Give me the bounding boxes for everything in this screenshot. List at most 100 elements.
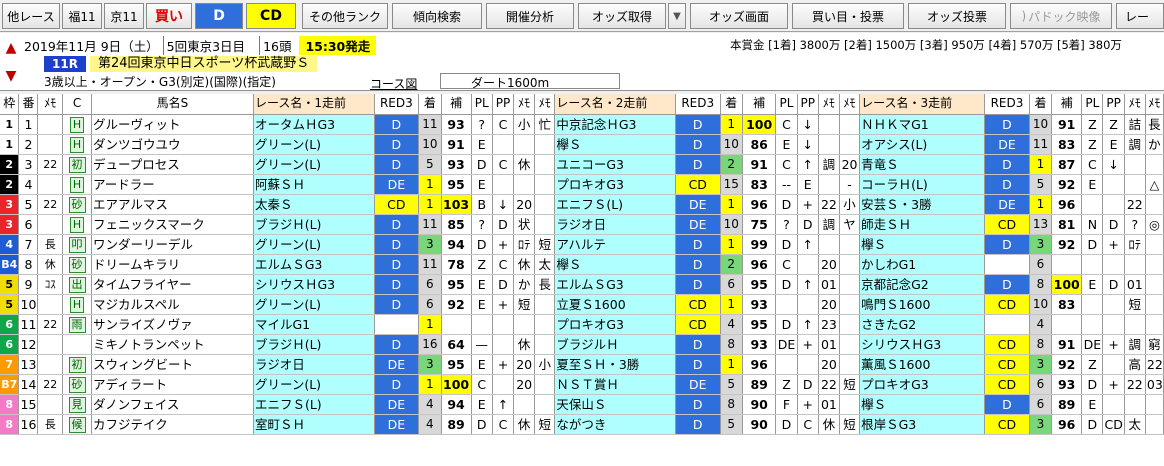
- other-rank-button[interactable]: その他ランク: [302, 3, 388, 29]
- race-name-cell[interactable]: グリーン(L): [253, 374, 375, 395]
- kyoto-11-button[interactable]: 京11: [104, 3, 144, 29]
- column-header[interactable]: RED3: [984, 94, 1030, 115]
- column-header[interactable]: 馬名S: [91, 94, 254, 115]
- race-name-cell[interactable]: 阿蘇ＳＨ: [253, 174, 375, 195]
- race-name-cell[interactable]: ブラジルＨ: [554, 334, 676, 355]
- column-header[interactable]: PL: [471, 94, 493, 115]
- column-header[interactable]: PP: [797, 94, 819, 115]
- race-name-cell[interactable]: マイルG1: [253, 314, 375, 335]
- race-name-cell[interactable]: ＮＳＴ賞Ｈ: [554, 374, 676, 395]
- race-name-cell[interactable]: グリーン(L): [253, 234, 375, 255]
- race-name-cell[interactable]: オアシス(L): [859, 134, 986, 155]
- table-row[interactable]: 3 6 H フェニックスマーク ブラジＨ(L) D 11 85? D 状ラジオ日 DE 10 75? D 調…: [0, 214, 1164, 235]
- column-header[interactable]: ﾒﾓ: [839, 94, 861, 115]
- race-name-cell[interactable]: 京都記念G2: [859, 274, 986, 295]
- table-row[interactable]: 2 4 H アードラー 阿蘇ＳＨ DE 1 95 E プロキオG3 CD 15 83 -- E - コーラＨ(L…: [0, 174, 1164, 195]
- race-name-cell[interactable]: シリウスＨG3: [859, 334, 986, 355]
- table-row[interactable]: 7 13 初スウィングビート ラジオ日 DE 3 95 E +20 小夏至ＳＨ・3勝 D 1 96 20 薫…: [0, 354, 1164, 375]
- column-header[interactable]: PP: [492, 94, 515, 115]
- table-row[interactable]: 1 2 H ダンツゴウユウ グリーン(L) D 10 91 E 欅Ｓ D 10 86 E ↓ オアシス(L) D…: [0, 134, 1164, 155]
- odds-dropdown-icon[interactable]: ▼: [668, 3, 686, 29]
- race-name-cell[interactable]: 立夏Ｓ1600: [554, 294, 676, 315]
- prev-race-arrow-icon[interactable]: ▲: [4, 37, 18, 59]
- column-header[interactable]: 補: [742, 94, 777, 115]
- race-name-cell[interactable]: グリーン(L): [253, 294, 375, 315]
- table-row[interactable]: 4 7 長叩ワンダーリーデル グリーン(L) D 3 94 D + ﾛﾃ短アハルテ D 1 99 D ↑ 欅Ｓ…: [0, 234, 1164, 255]
- race-name-cell[interactable]: 室町ＳＨ: [253, 414, 375, 435]
- race-name-cell[interactable]: ラジオ日: [253, 354, 375, 375]
- race-name-cell[interactable]: 中京記念ＨG3: [554, 114, 676, 135]
- table-row[interactable]: 5 10 H マジカルスペル グリーン(L) D 6 92 E + 短立夏Ｓ1600 CD 1 93 20 鳴…: [0, 294, 1164, 315]
- column-header[interactable]: 着: [720, 94, 743, 115]
- race-name-cell[interactable]: 夏至ＳＨ・3勝: [554, 354, 676, 375]
- column-header[interactable]: ﾒﾓ: [534, 94, 556, 115]
- race-name-cell[interactable]: 安芸Ｓ・3勝: [859, 194, 986, 215]
- race-name-cell[interactable]: 鳴門Ｓ1600: [859, 294, 986, 315]
- race-name-cell[interactable]: オータムＨG3: [253, 114, 375, 135]
- table-row[interactable]: 5 9 ｺｽ出タイムフライヤー シリウスＨG3 D 6 95 E D か長エルムＳG3 D 6 95 D ↑…: [0, 274, 1164, 295]
- column-header[interactable]: ﾒﾓ: [818, 94, 841, 115]
- race-name-cell[interactable]: 欅Ｓ: [859, 234, 986, 255]
- odds-screen-button[interactable]: オッズ画面: [690, 3, 788, 29]
- race-name-cell[interactable]: プロキオG3: [554, 314, 676, 335]
- column-header[interactable]: RED3: [374, 94, 420, 115]
- race-name-cell[interactable]: 欅Ｓ: [554, 254, 676, 275]
- race-name-cell[interactable]: ＮＨＫマG1: [859, 114, 986, 135]
- race-name-cell[interactable]: 太秦Ｓ: [253, 194, 375, 215]
- race-name-cell[interactable]: エルムＳG3: [554, 274, 676, 295]
- race-button[interactable]: レー: [1116, 3, 1164, 29]
- race-name-cell[interactable]: 薫風Ｓ1600: [859, 354, 986, 375]
- column-header[interactable]: 枠: [0, 94, 20, 115]
- table-row[interactable]: 8 16 長候カフジテイク 室町ＳＨ DE 4 89 D C 休短ながつき D 5 90 D C 休短根岸ＳG…: [0, 414, 1164, 435]
- race-name-cell[interactable]: コーラＨ(L): [859, 174, 986, 195]
- other-race-button[interactable]: 他レース: [2, 3, 60, 29]
- race-name-cell[interactable]: ラジオ日: [554, 214, 676, 235]
- table-row[interactable]: B7 14 22 砂アディラート グリーン(L) D 1 100 C 20 ＮＳＴ賞Ｈ DE 5 89 Z D…: [0, 374, 1164, 395]
- paddock-video-button[interactable]: ) パドック映像: [1010, 3, 1112, 29]
- table-row[interactable]: 1 1 H グルーヴィット オータムＨG3 D 11 93? C 小忙中京記念ＨG3 D 1 100 C ↓…: [0, 114, 1164, 135]
- race-name-cell[interactable]: シリウスＨG3: [253, 274, 375, 295]
- race-name-cell[interactable]: 天保山Ｓ: [554, 394, 676, 415]
- race-name-cell[interactable]: 欅Ｓ: [859, 394, 986, 415]
- race-name-cell[interactable]: さきたG2: [859, 314, 986, 335]
- fukushima-11-button[interactable]: 福11: [62, 3, 102, 29]
- odds-vote-button[interactable]: オッズ投票: [908, 3, 1006, 29]
- column-header[interactable]: PL: [775, 94, 798, 115]
- buy-button[interactable]: 買い: [146, 3, 192, 29]
- column-header[interactable]: 補: [1051, 94, 1083, 115]
- rank-cd-button[interactable]: CD: [246, 3, 296, 29]
- race-name-cell[interactable]: ブラジＨ(L): [253, 214, 375, 235]
- column-header[interactable]: C: [62, 94, 93, 115]
- bet-vote-button[interactable]: 買い目・投票: [792, 3, 904, 29]
- column-header[interactable]: レース名・2走前: [554, 94, 676, 115]
- column-header[interactable]: 補: [441, 94, 472, 115]
- column-header[interactable]: 着: [418, 94, 442, 115]
- race-name-cell[interactable]: グリーン(L): [253, 134, 375, 155]
- column-header[interactable]: レース名・3走前: [859, 94, 986, 115]
- column-header[interactable]: 着: [1029, 94, 1053, 115]
- race-name-cell[interactable]: エニフＳ(L): [253, 394, 375, 415]
- race-name-cell[interactable]: エニフＳ(L): [554, 194, 676, 215]
- course-map-link[interactable]: コース図: [370, 75, 417, 92]
- table-row[interactable]: 6 11 22 雨サンライズノヴァ マイルG1 1 プロキオG3 CD 4 95 D ↑ 23 さきたG2…: [0, 314, 1164, 335]
- race-name-cell[interactable]: ブラジＨ(L): [253, 334, 375, 355]
- race-name-cell[interactable]: 師走ＳＨ: [859, 214, 986, 235]
- table-row[interactable]: 3 5 22 砂エアアルマス 太秦Ｓ CD 1 103 B ↓ 20 エニフＳ(L) DE 1 96 D +22…: [0, 194, 1164, 215]
- race-name-cell[interactable]: ながつき: [554, 414, 676, 435]
- race-name-cell[interactable]: 欅Ｓ: [554, 134, 676, 155]
- table-row[interactable]: B4 8 休砂ドリームキラリ エルムＳG3 D 11 78 Z C 休太欅Ｓ D 2 96 C 20 かしわG…: [0, 254, 1164, 275]
- column-header[interactable]: レース名・1走前: [253, 94, 375, 115]
- column-header[interactable]: ﾒﾓ: [1145, 94, 1164, 115]
- race-name-cell[interactable]: プロキオG3: [859, 374, 986, 395]
- odds-fetch-button[interactable]: オッズ取得: [578, 3, 666, 29]
- race-name-cell[interactable]: 青竜Ｓ: [859, 154, 986, 175]
- trend-search-button[interactable]: 傾向検索: [392, 3, 482, 29]
- race-name-cell[interactable]: かしわG1: [859, 254, 986, 275]
- column-header[interactable]: ﾒﾓ: [1124, 94, 1146, 115]
- column-header[interactable]: PL: [1081, 94, 1104, 115]
- table-row[interactable]: 8 15 見ダノンフェイス エニフＳ(L) DE 4 94 E ↑ 天保山Ｓ D 8 90 F +01 欅Ｓ D…: [0, 394, 1164, 415]
- table-row[interactable]: 2 3 22 初デュープロセス グリーン(L) D 5 93 D C 休ユニコーG3 D 2 91 C ↑ 調 2…: [0, 154, 1164, 175]
- column-header[interactable]: 番: [18, 94, 39, 115]
- race-name-cell[interactable]: 根岸ＳG3: [859, 414, 986, 435]
- race-name-cell[interactable]: ユニコーG3: [554, 154, 676, 175]
